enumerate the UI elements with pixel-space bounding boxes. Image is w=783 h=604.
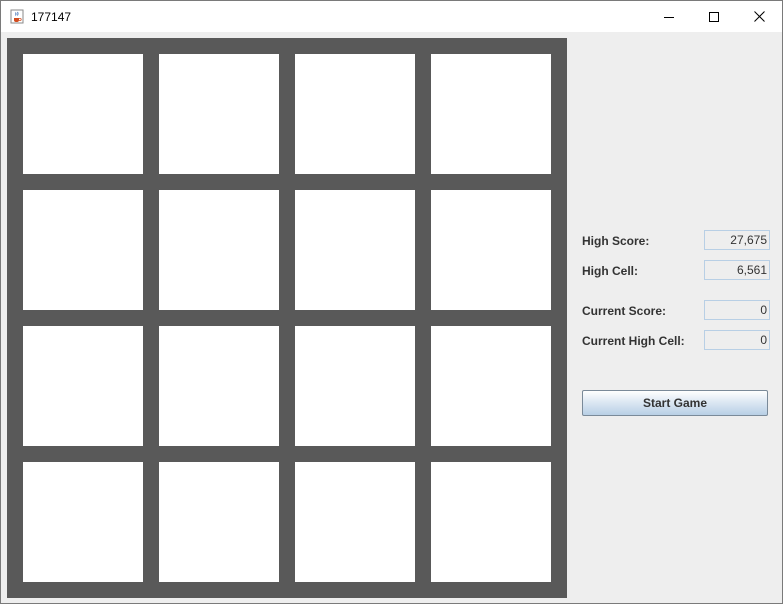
close-button[interactable]	[736, 1, 782, 32]
minimize-icon	[664, 16, 674, 18]
board-cell	[295, 54, 415, 174]
maximize-icon	[709, 11, 719, 22]
content-pane: High Score: 27,675 High Cell: 6,561 Curr…	[1, 32, 782, 603]
board-cell	[431, 462, 551, 582]
current-high-cell-field[interactable]: 0	[704, 330, 770, 350]
board-cell	[159, 190, 279, 310]
app-window: 177147 High Score: 27,675 High Cell: 6,5…	[0, 0, 783, 604]
board-cell	[23, 326, 143, 446]
start-game-button[interactable]: Start Game	[582, 390, 768, 416]
board-cell	[295, 462, 415, 582]
close-icon	[753, 11, 765, 22]
high-cell-label: High Cell:	[582, 264, 638, 278]
java-cup-icon	[10, 9, 24, 24]
board-cell	[431, 54, 551, 174]
board-cell	[431, 326, 551, 446]
board-cell	[431, 190, 551, 310]
board-cell	[23, 54, 143, 174]
board-cell	[295, 190, 415, 310]
high-cell-field[interactable]: 6,561	[704, 260, 770, 280]
maximize-button[interactable]	[691, 1, 737, 32]
board-cell	[159, 54, 279, 174]
game-board[interactable]	[7, 38, 567, 598]
minimize-button[interactable]	[646, 1, 692, 32]
high-score-field[interactable]: 27,675	[704, 230, 770, 250]
board-cell	[23, 462, 143, 582]
current-score-field[interactable]: 0	[704, 300, 770, 320]
title-bar[interactable]: 177147	[1, 1, 782, 32]
current-score-label: Current Score:	[582, 304, 667, 318]
board-cell	[23, 190, 143, 310]
board-cell	[159, 462, 279, 582]
board-cell	[159, 326, 279, 446]
board-cell	[295, 326, 415, 446]
current-high-cell-label: Current High Cell:	[582, 334, 685, 348]
high-score-label: High Score:	[582, 234, 650, 248]
window-title: 177147	[31, 10, 72, 24]
